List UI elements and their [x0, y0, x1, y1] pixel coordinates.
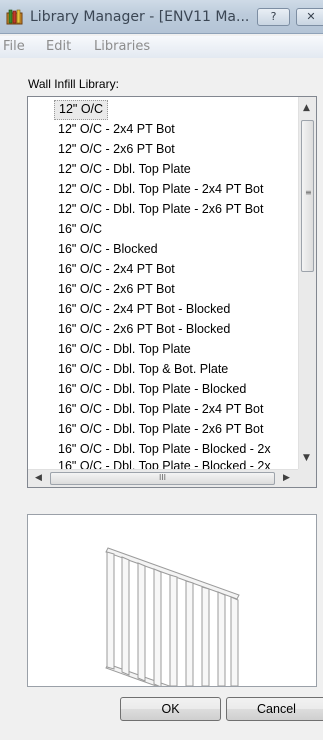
menu-edit[interactable]: Edit — [46, 39, 71, 54]
vertical-scroll-thumb[interactable]: ≡ — [301, 120, 314, 272]
horizontal-scroll-thumb[interactable]: III — [50, 472, 275, 485]
list-item[interactable]: 16" O/C - 2x4 PT Bot — [58, 260, 175, 278]
vertical-scrollbar[interactable]: ▲ ≡ ▼ — [298, 97, 316, 469]
cancel-button[interactable]: Cancel — [226, 697, 323, 721]
list-item[interactable]: 16" O/C - 2x6 PT Bot - Blocked — [58, 320, 230, 338]
help-button[interactable]: ? — [257, 8, 290, 26]
list-item[interactable]: 16" O/C - Dbl. Top & Bot. Plate — [58, 360, 228, 378]
list-item[interactable]: 12" O/C - Dbl. Top Plate - 2x6 PT Bot — [58, 200, 263, 218]
scrollbar-corner — [298, 469, 316, 487]
list-item[interactable]: 16" O/C — [58, 220, 102, 238]
menu-bar: File Edit Libraries — [0, 36, 323, 58]
scroll-right-arrow-icon[interactable]: ▶ — [283, 473, 290, 483]
menu-file[interactable]: File — [3, 39, 25, 54]
library-list: 12" O/C 12" O/C - 2x4 PT Bot 12" O/C - 2… — [28, 97, 299, 469]
list-item[interactable]: 16" O/C - 2x4 PT Bot - Blocked — [58, 300, 230, 318]
infill-preview — [27, 514, 317, 687]
list-item[interactable]: 16" O/C - Blocked — [58, 240, 158, 258]
list-item[interactable]: 16" O/C - Dbl. Top Plate - Blocked - 2x — [58, 457, 271, 469]
list-item[interactable]: 12" O/C — [54, 100, 109, 120]
list-item[interactable]: 16" O/C - Dbl. Top Plate — [58, 340, 191, 358]
window-title: Library Manager - [ENV11 Ma... — [30, 9, 250, 25]
scroll-up-arrow-icon[interactable]: ▲ — [303, 103, 310, 113]
library-listbox[interactable]: 12" O/C 12" O/C - 2x4 PT Bot 12" O/C - 2… — [27, 96, 317, 488]
list-item[interactable]: 16" O/C - Dbl. Top Plate - 2x4 PT Bot — [58, 400, 263, 418]
list-item[interactable]: 12" O/C - Dbl. Top Plate - 2x4 PT Bot — [58, 180, 263, 198]
scroll-down-arrow-icon[interactable]: ▼ — [303, 453, 310, 463]
list-item[interactable]: 16" O/C - Dbl. Top Plate - Blocked — [58, 380, 246, 398]
library-label: Wall Infill Library: — [28, 77, 119, 91]
library-app-icon[interactable] — [6, 9, 23, 25]
list-item[interactable]: 16" O/C - 2x6 PT Bot — [58, 280, 175, 298]
grip-icon: ≡ — [305, 188, 312, 197]
title-bar[interactable]: Library Manager - [ENV11 Ma... ? ✕ — [0, 0, 323, 34]
horizontal-scrollbar[interactable]: ◀ III ▶ — [28, 469, 299, 487]
list-item[interactable]: 12" O/C - Dbl. Top Plate — [58, 160, 191, 178]
wall-framing-preview-icon — [105, 547, 240, 686]
list-item[interactable]: 16" O/C - Dbl. Top Plate - Blocked - 2x — [58, 440, 271, 458]
list-item[interactable]: 12" O/C - 2x4 PT Bot — [58, 120, 175, 138]
scroll-left-arrow-icon[interactable]: ◀ — [35, 473, 42, 483]
ok-button[interactable]: OK — [120, 697, 221, 721]
close-button[interactable]: ✕ — [296, 8, 323, 26]
menu-libraries[interactable]: Libraries — [94, 39, 150, 54]
list-item[interactable]: 12" O/C - 2x6 PT Bot — [58, 140, 175, 158]
list-item[interactable]: 16" O/C - Dbl. Top Plate - 2x6 PT Bot — [58, 420, 263, 438]
